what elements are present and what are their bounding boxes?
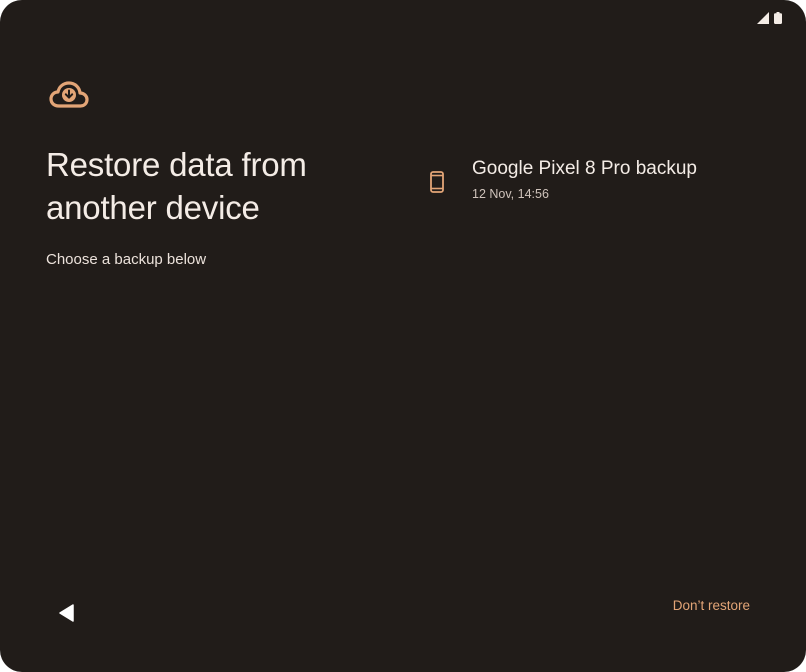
battery-icon <box>774 12 782 24</box>
smartphone-icon <box>430 171 444 193</box>
backup-icon-container <box>420 152 454 212</box>
backup-name: Google Pixel 8 Pro backup <box>472 158 697 179</box>
backup-text: Google Pixel 8 Pro backup 12 Nov, 14:56 <box>472 152 697 203</box>
page-subtitle: Choose a backup below <box>46 251 207 268</box>
dont-restore-button[interactable]: Don’t restore <box>673 596 750 616</box>
backup-date: 12 Nov, 14:56 <box>472 187 549 201</box>
setup-screen: Restore data from another device Choose … <box>0 0 806 672</box>
cloud-download-icon <box>49 81 89 108</box>
backup-list-item[interactable]: Google Pixel 8 Pro backup 12 Nov, 14:56 <box>420 152 760 212</box>
back-triangle-icon <box>59 604 74 622</box>
signal-icon <box>757 12 769 24</box>
page-title: Restore data from another device <box>46 146 307 226</box>
back-button[interactable] <box>52 598 82 628</box>
status-bar <box>757 12 782 24</box>
